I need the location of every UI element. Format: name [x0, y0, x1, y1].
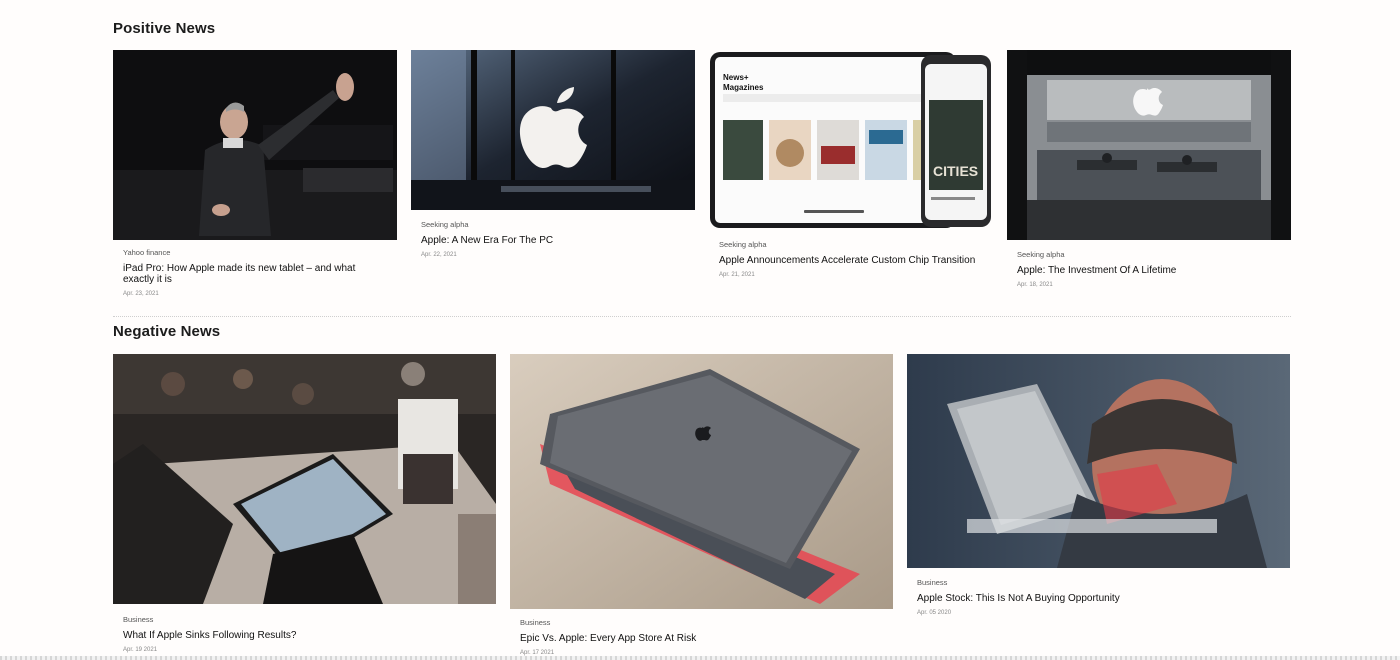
news-date: Apr. 21, 2021	[719, 272, 755, 278]
news-date: Apr. 19 2021	[123, 647, 158, 653]
app-name-text: News+	[723, 73, 749, 82]
news-image[interactable]	[411, 50, 695, 210]
news-source: Seeking alpha	[1017, 250, 1065, 259]
news-meta: Yahoo finance iPad Pro: How Apple made i…	[123, 248, 387, 297]
news-meta: Business What If Apple Sinks Following R…	[123, 615, 486, 653]
news-date: Apr. 18, 2021	[1017, 282, 1053, 288]
news-title[interactable]: Apple: A New Era For The PC	[421, 235, 685, 246]
news-title[interactable]: What If Apple Sinks Following Results?	[123, 630, 486, 641]
section-divider	[113, 316, 1291, 317]
news-date: Apr. 22, 2021	[421, 252, 457, 258]
news-image[interactable]	[113, 354, 496, 604]
news-source: Business	[123, 615, 154, 624]
news-title[interactable]: iPad Pro: How Apple made its new tablet …	[123, 263, 387, 285]
news-source: Seeking alpha	[421, 220, 469, 229]
news-meta: Business Epic Vs. Apple: Every App Store…	[520, 618, 883, 656]
negative-news-heading: Negative News	[113, 323, 221, 340]
news-image[interactable]	[1007, 50, 1291, 240]
news-meta: Seeking alpha Apple Announcements Accele…	[719, 240, 983, 278]
news-image[interactable]	[907, 354, 1290, 568]
news-source: Yahoo finance	[123, 248, 171, 257]
news-title[interactable]: Apple: The Investment Of A Lifetime	[1017, 265, 1281, 276]
magazine-cover-text: CITIES	[933, 163, 978, 179]
news-meta: Business Apple Stock: This Is Not A Buyi…	[917, 578, 1280, 616]
news-title[interactable]: Apple Stock: This Is Not A Buying Opport…	[917, 593, 1280, 604]
news-meta: Seeking alpha Apple: The Investment Of A…	[1017, 250, 1281, 288]
news-source: Business	[520, 618, 551, 627]
news-image[interactable]	[510, 354, 893, 609]
news-image[interactable]: News+ Magazines CITIES	[709, 50, 993, 230]
horizontal-scrollbar[interactable]	[0, 656, 1400, 660]
app-section-text: Magazines	[723, 83, 764, 92]
news-source: Business	[917, 578, 948, 587]
news-image[interactable]	[113, 50, 397, 240]
news-title[interactable]: Apple Announcements Accelerate Custom Ch…	[719, 255, 983, 266]
news-source: Seeking alpha	[719, 240, 767, 249]
news-title[interactable]: Epic Vs. Apple: Every App Store At Risk	[520, 633, 883, 644]
news-date: Apr. 23, 2021	[123, 291, 159, 297]
news-meta: Seeking alpha Apple: A New Era For The P…	[421, 220, 685, 258]
news-date: Apr. 05 2020	[917, 610, 952, 616]
positive-news-heading: Positive News	[113, 20, 216, 37]
